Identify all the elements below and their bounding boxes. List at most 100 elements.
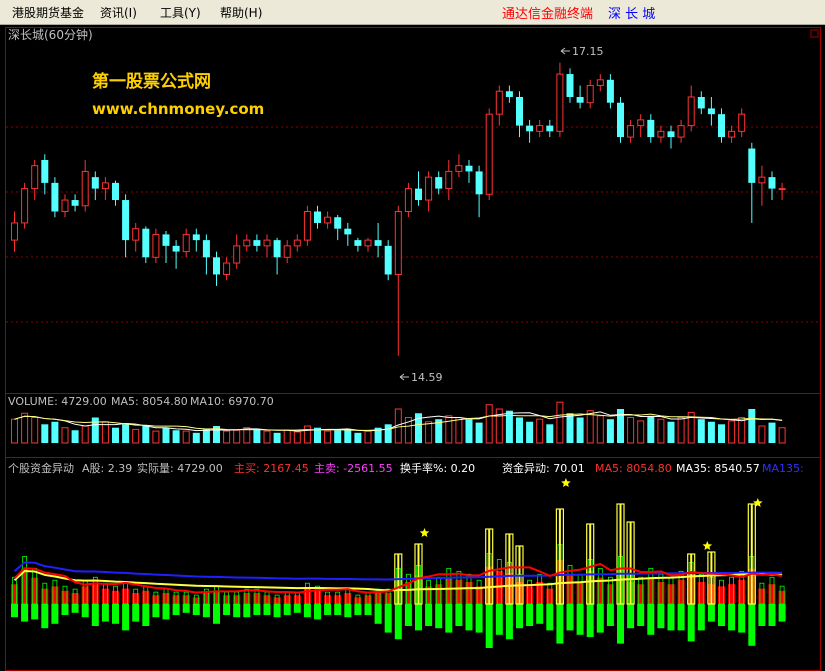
volume-bar bbox=[475, 422, 483, 443]
candle-body bbox=[31, 165, 39, 190]
watermark-url: www.chnmoney.com bbox=[92, 100, 264, 118]
sell-bar bbox=[213, 604, 220, 624]
volume-bar bbox=[606, 419, 614, 443]
candle-body bbox=[283, 245, 291, 258]
volume-bar bbox=[586, 410, 594, 444]
volume-bar bbox=[182, 430, 190, 444]
volume-bar bbox=[233, 429, 241, 444]
volume-bar bbox=[526, 421, 534, 443]
volume-bar bbox=[596, 415, 604, 444]
volume-bar bbox=[384, 424, 392, 443]
anomaly-bar-core bbox=[508, 534, 511, 604]
candle-body bbox=[233, 245, 241, 264]
volume-bar bbox=[455, 417, 463, 444]
buy-bar bbox=[738, 579, 746, 604]
volume-bar bbox=[556, 401, 564, 444]
chart-area: 深长城(60分钟) 第一股票公式网 www.chnmoney.com 17.15… bbox=[5, 27, 821, 671]
sell-bar bbox=[31, 604, 39, 620]
sell-bar bbox=[606, 604, 614, 626]
menu-info[interactable]: 资讯(I) bbox=[100, 4, 137, 21]
buy-bar bbox=[364, 595, 372, 604]
candle-body bbox=[505, 91, 513, 97]
volume-bar bbox=[697, 419, 705, 443]
sell-bar bbox=[374, 604, 382, 624]
buy-bar bbox=[374, 593, 382, 604]
sell-bar bbox=[314, 604, 321, 620]
volume-bar bbox=[132, 428, 140, 444]
sell-bar bbox=[465, 604, 473, 631]
candle-body bbox=[718, 114, 725, 138]
candle-body bbox=[324, 216, 332, 224]
sell-bar bbox=[495, 604, 503, 635]
sell-bar bbox=[132, 604, 140, 622]
candle-body bbox=[647, 119, 655, 138]
candle-body bbox=[526, 125, 534, 132]
volume-bar bbox=[51, 421, 59, 443]
candle-body bbox=[404, 188, 412, 212]
menu-hk-futures-fund[interactable]: 港股期货基金 bbox=[12, 4, 84, 21]
volume-bar bbox=[647, 415, 655, 443]
sell-bar bbox=[556, 604, 564, 644]
candle-body bbox=[566, 74, 574, 97]
candle-body bbox=[606, 79, 614, 103]
volume-bar bbox=[142, 426, 150, 443]
sell-bar bbox=[182, 604, 190, 613]
sell-bar bbox=[112, 604, 119, 624]
buy-bar bbox=[162, 593, 170, 604]
anomaly-bar-core bbox=[710, 552, 713, 604]
candle-body bbox=[687, 96, 695, 127]
volume-bars bbox=[11, 401, 786, 444]
sell-bar bbox=[748, 604, 756, 646]
buy-bar bbox=[526, 586, 534, 604]
candle-body bbox=[263, 239, 271, 247]
candle-body bbox=[485, 113, 493, 195]
buy-bar bbox=[192, 597, 200, 604]
volume-bar bbox=[738, 417, 746, 444]
indicator-label: A股: 2.39 bbox=[82, 462, 132, 475]
volume-bar bbox=[516, 417, 523, 443]
buy-bar bbox=[384, 593, 392, 604]
star-icon bbox=[561, 478, 571, 487]
buy-bar bbox=[243, 593, 251, 604]
candle-body bbox=[728, 130, 736, 138]
volume-bar bbox=[425, 421, 433, 444]
anomaly-bar-core bbox=[417, 544, 420, 604]
sell-bar bbox=[21, 604, 29, 622]
sell-bar bbox=[415, 604, 422, 631]
volume-bar bbox=[223, 430, 231, 444]
volume-bar bbox=[61, 427, 69, 444]
buy-bar bbox=[768, 584, 776, 604]
indicator-label: 实际量: 4729.00 bbox=[137, 461, 223, 475]
volume-bar bbox=[728, 420, 736, 444]
sell-bar bbox=[11, 604, 18, 618]
buy-bar bbox=[637, 584, 645, 604]
candle-body bbox=[657, 130, 665, 138]
sell-bar bbox=[71, 604, 79, 613]
candle-body bbox=[11, 222, 18, 241]
buy-bar bbox=[112, 590, 119, 604]
candle-body bbox=[192, 234, 200, 241]
low-arrow-icon bbox=[399, 373, 409, 381]
sell-bar bbox=[516, 604, 523, 629]
buy-bar bbox=[758, 588, 766, 604]
volume-bar bbox=[31, 417, 39, 444]
candle-body bbox=[516, 96, 523, 126]
candle-body bbox=[738, 113, 746, 132]
volume-bar bbox=[768, 422, 776, 443]
menu-bar: 港股期货基金 资讯(I) 工具(Y) 帮助(H) 通达信金融终端 深 长 城 bbox=[0, 0, 825, 25]
volume-bar bbox=[778, 427, 786, 444]
menu-tools[interactable]: 工具(Y) bbox=[160, 4, 201, 21]
volume-bar bbox=[677, 417, 685, 444]
sell-bar bbox=[364, 604, 372, 615]
buy-bar bbox=[213, 590, 220, 604]
volume-bar bbox=[21, 412, 29, 444]
buy-bar bbox=[152, 595, 160, 604]
sell-bar bbox=[667, 604, 675, 631]
sell-bar bbox=[334, 604, 342, 615]
watermark-cn: 第一股票公式网 bbox=[92, 71, 211, 92]
candle-body bbox=[152, 233, 160, 258]
menu-help[interactable]: 帮助(H) bbox=[220, 4, 262, 21]
low-label: 14.59 bbox=[411, 371, 443, 384]
maximize-box[interactable] bbox=[810, 29, 819, 38]
candle-body bbox=[778, 188, 786, 191]
